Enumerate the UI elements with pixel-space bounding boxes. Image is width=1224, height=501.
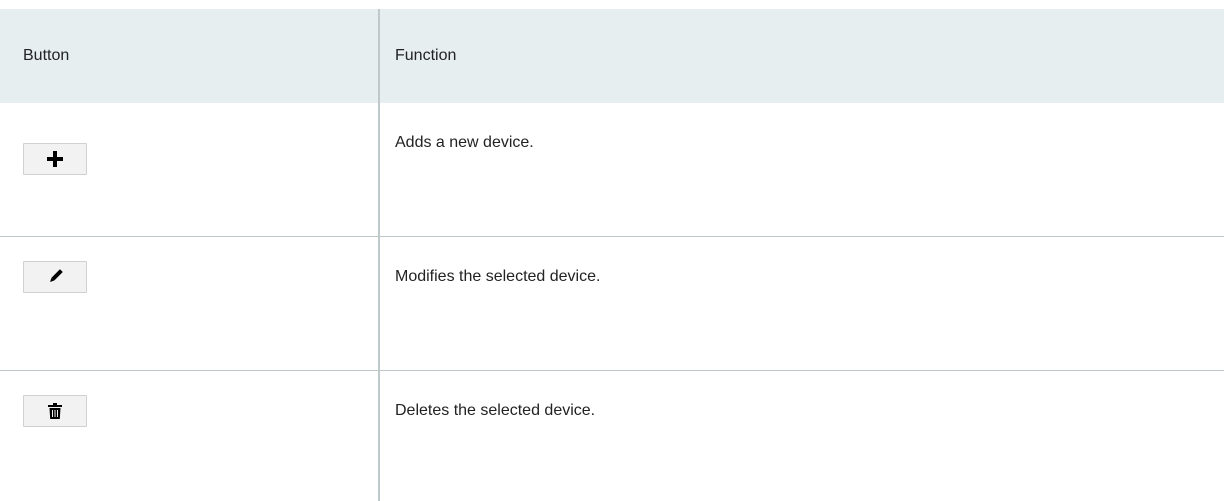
pencil-icon <box>50 269 63 282</box>
table-header-row <box>0 9 1224 103</box>
plus-icon <box>47 151 63 167</box>
row-divider <box>0 236 1224 237</box>
trash-icon <box>48 403 62 419</box>
delete-device-button[interactable] <box>23 395 87 427</box>
table-row-3-function: Deletes the selected device. <box>395 402 596 419</box>
header-button: Button <box>23 47 70 64</box>
add-device-button[interactable] <box>23 143 87 175</box>
table-row-1-function: Adds a new device. <box>395 134 534 151</box>
button-function-table: Button Function Adds a new device. Modif… <box>0 0 1224 501</box>
table-row-2-function: Modifies the selected device. <box>395 268 601 285</box>
column-divider <box>378 9 380 501</box>
header-function: Function <box>395 47 457 64</box>
row-divider <box>0 370 1224 371</box>
edit-device-button[interactable] <box>23 261 87 293</box>
